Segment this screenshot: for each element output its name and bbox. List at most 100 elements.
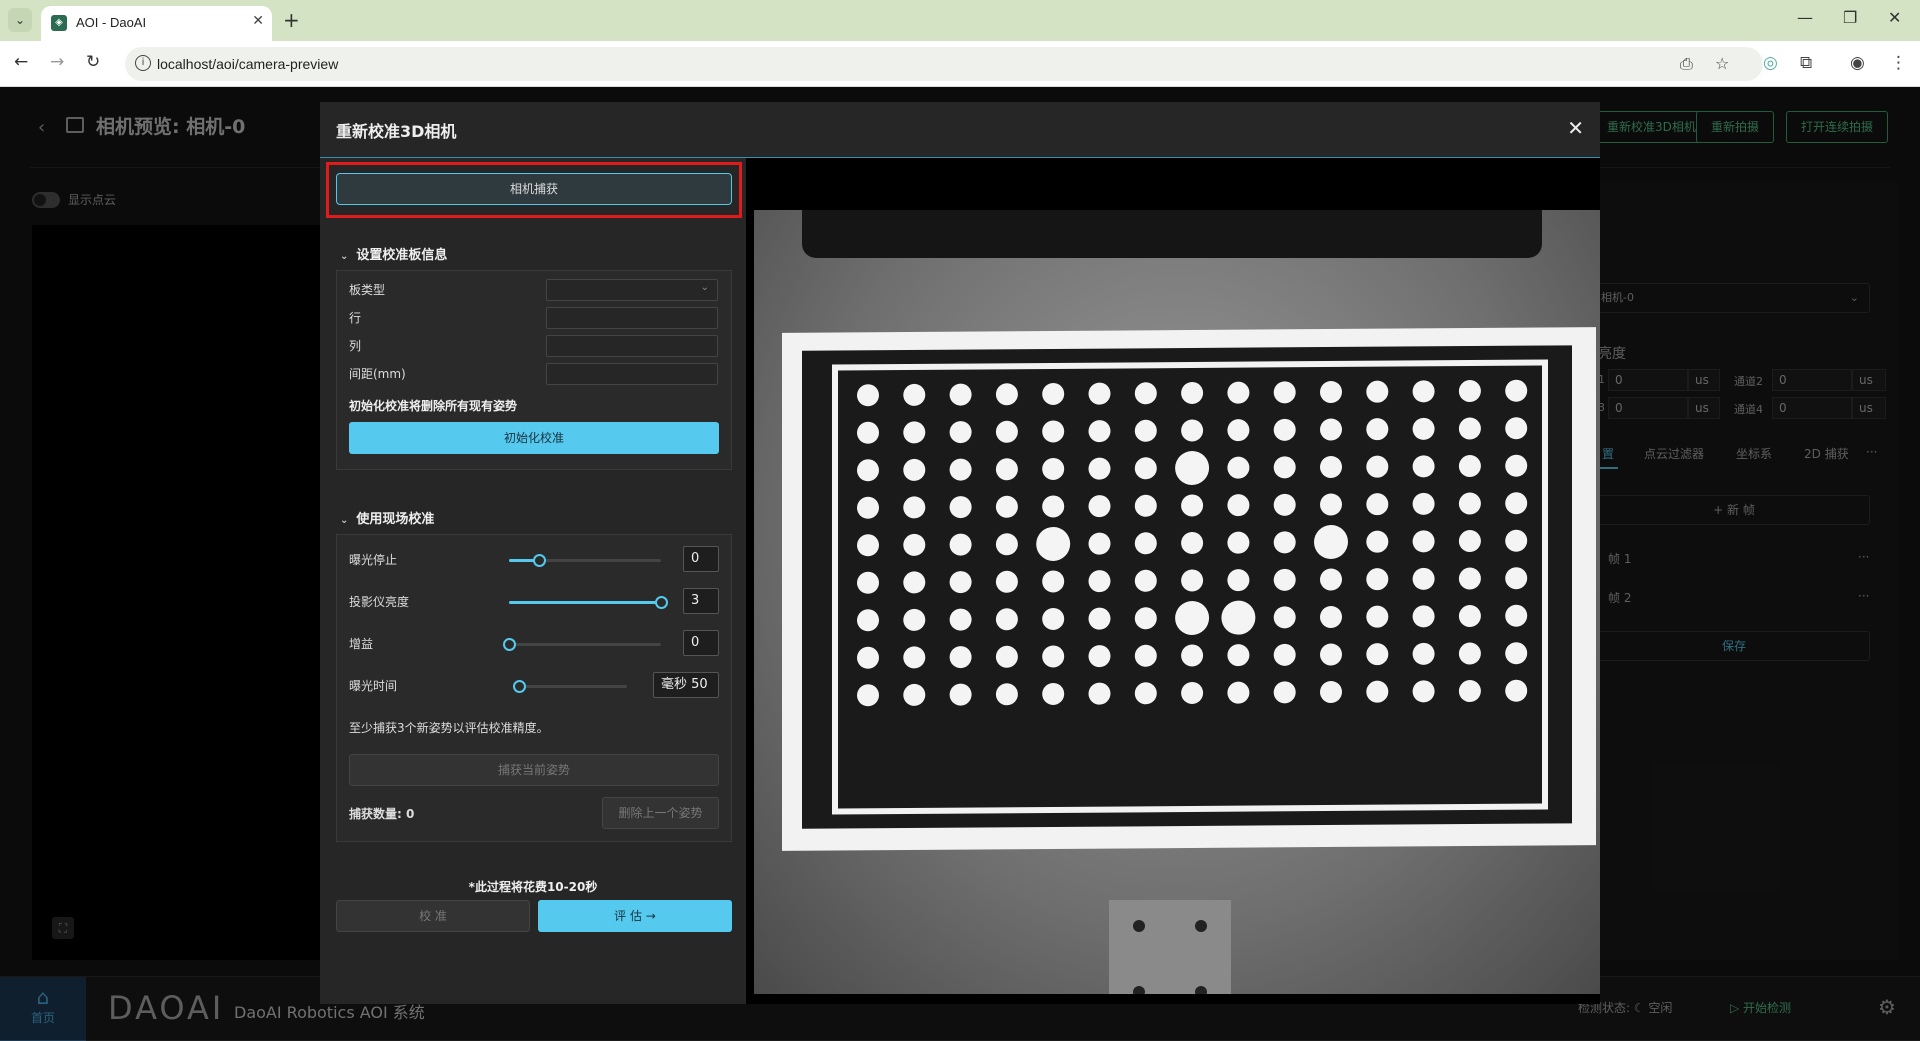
minimize-icon[interactable]: —	[1797, 8, 1813, 27]
duration-note: *此过程将花费10-20秒	[468, 880, 598, 894]
calibration-dot	[857, 646, 879, 669]
calibration-dot	[857, 609, 879, 632]
calibration-dot	[1412, 680, 1435, 703]
calibration-dot	[1134, 494, 1157, 517]
calibration-dot	[1134, 644, 1157, 667]
bolt-hole	[1195, 920, 1207, 932]
new-tab-icon[interactable]: +	[283, 8, 300, 32]
site-info-icon[interactable]: i	[135, 55, 151, 71]
calibration-dot	[1366, 643, 1389, 666]
calibration-dot	[857, 421, 879, 444]
calibration-dot	[949, 496, 972, 519]
slider-knob[interactable]	[533, 554, 547, 567]
back-icon[interactable]: ←	[14, 52, 28, 72]
calibration-dot	[1458, 417, 1481, 440]
calibration-dot	[1181, 644, 1204, 667]
calibration-dot	[1227, 644, 1250, 667]
projector-brightness-slider[interactable]	[509, 596, 668, 609]
calibration-dot	[1134, 419, 1157, 442]
exposure-stop-value[interactable]: 0	[683, 546, 719, 572]
restore-icon[interactable]: ❐	[1843, 8, 1857, 27]
calibration-dot	[1088, 495, 1111, 518]
slider-knob[interactable]	[655, 596, 668, 609]
camera-capture-button[interactable]: 相机捕获	[336, 173, 732, 205]
calibration-dot	[1181, 381, 1204, 404]
calibration-dot	[903, 458, 926, 481]
close-icon[interactable]: ✕	[1567, 116, 1584, 140]
gain-value[interactable]: 0	[683, 630, 719, 656]
evaluate-button[interactable]: 评 估 →	[538, 900, 732, 932]
calibration-dot	[1412, 530, 1435, 553]
forward-icon[interactable]: →	[50, 52, 64, 72]
calibration-dot	[1273, 456, 1296, 479]
calibration-dot	[1227, 494, 1250, 517]
calibration-dot	[995, 495, 1018, 518]
calibration-dot	[1273, 493, 1296, 516]
calibration-dot	[949, 608, 972, 631]
calibration-dot	[1314, 525, 1348, 560]
exposure-time-value[interactable]: 毫秒 50	[653, 672, 719, 698]
bookmark-star-icon[interactable]: ☆	[1715, 54, 1729, 73]
modal-title: 重新校准3D相机	[336, 122, 457, 141]
calibration-dot	[857, 684, 879, 707]
more-menu-icon[interactable]: ⋮	[1890, 53, 1907, 73]
calibration-dot	[949, 383, 972, 406]
reload-icon[interactable]: ↻	[86, 52, 100, 72]
rows-label: 行	[349, 311, 362, 325]
tab-search-icon[interactable]: ⌄	[8, 8, 32, 32]
min-pose-hint: 至少捕获3个新姿势以评估校准精度。	[349, 721, 549, 735]
calibration-dot	[995, 645, 1018, 668]
window-close-icon[interactable]: ✕	[1888, 8, 1901, 27]
calibrate-button[interactable]: 校 准	[336, 900, 530, 932]
exposure-stop-slider[interactable]	[509, 554, 661, 567]
calibration-dot	[1505, 642, 1528, 665]
calibration-dot	[1134, 682, 1157, 705]
calibration-dot	[1458, 380, 1481, 403]
calibration-dot	[1134, 457, 1157, 480]
board-info-section-header[interactable]: ⌄ 设置校准板信息	[340, 244, 447, 263]
calibration-dot	[1036, 526, 1071, 561]
init-calibration-button[interactable]: 初始化校准	[349, 422, 719, 454]
slider-knob[interactable]	[512, 680, 526, 693]
spacing-input[interactable]	[546, 363, 718, 385]
calibration-dot	[857, 534, 879, 557]
calibration-dot	[1505, 454, 1528, 477]
capture-pose-button[interactable]: 捕获当前姿势	[349, 754, 719, 786]
calibration-dot	[1320, 681, 1342, 704]
calibration-dot	[1042, 607, 1065, 630]
calibration-dot	[1320, 418, 1342, 441]
board-type-select[interactable]: ⌄	[546, 279, 718, 301]
calibration-dot	[1273, 606, 1296, 629]
calibration-dot	[903, 608, 926, 631]
calibration-dot	[857, 459, 879, 482]
delete-last-pose-button[interactable]: 删除上一个姿势	[602, 797, 719, 829]
slider-knob[interactable]	[503, 638, 516, 651]
calibration-dot	[1458, 455, 1481, 478]
exposure-time-slider[interactable]	[512, 680, 627, 693]
calibration-dot	[1227, 531, 1250, 554]
gain-slider[interactable]	[503, 638, 661, 651]
extensions-puzzle-icon[interactable]: ⧉	[1800, 53, 1812, 73]
calibration-dot	[1458, 680, 1481, 703]
install-app-icon[interactable]: ⎙	[1680, 54, 1693, 74]
address-bar[interactable]: i localhost/aoi/camera-preview ⎙ ☆	[125, 47, 1763, 81]
field-calibration-section-header[interactable]: ⌄ 使用现场校准	[340, 508, 434, 527]
init-warning: 初始化校准将删除所有现有姿势	[349, 399, 518, 413]
modal-header: 重新校准3D相机 ✕	[320, 102, 1600, 158]
calibration-dot	[1088, 682, 1111, 705]
rows-input[interactable]	[546, 307, 718, 329]
projector-brightness-value[interactable]: 3	[683, 588, 719, 614]
calibration-dot	[949, 646, 972, 669]
calibration-dot	[1320, 493, 1342, 516]
browser-tab[interactable]: ◈ AOI - DaoAI ✕	[41, 6, 272, 41]
calibration-dot	[995, 383, 1018, 406]
calibration-dot	[903, 533, 926, 556]
capture-highlight: 相机捕获	[326, 162, 742, 218]
profile-icon[interactable]: ◉	[1850, 53, 1865, 73]
url-text[interactable]: localhost/aoi/camera-preview	[157, 56, 338, 72]
calibration-dot	[1134, 607, 1157, 630]
cols-input[interactable]	[546, 335, 718, 357]
extension-icon[interactable]: ◎	[1763, 53, 1778, 73]
close-tab-icon[interactable]: ✕	[252, 13, 264, 29]
calibration-dot	[1320, 381, 1342, 404]
